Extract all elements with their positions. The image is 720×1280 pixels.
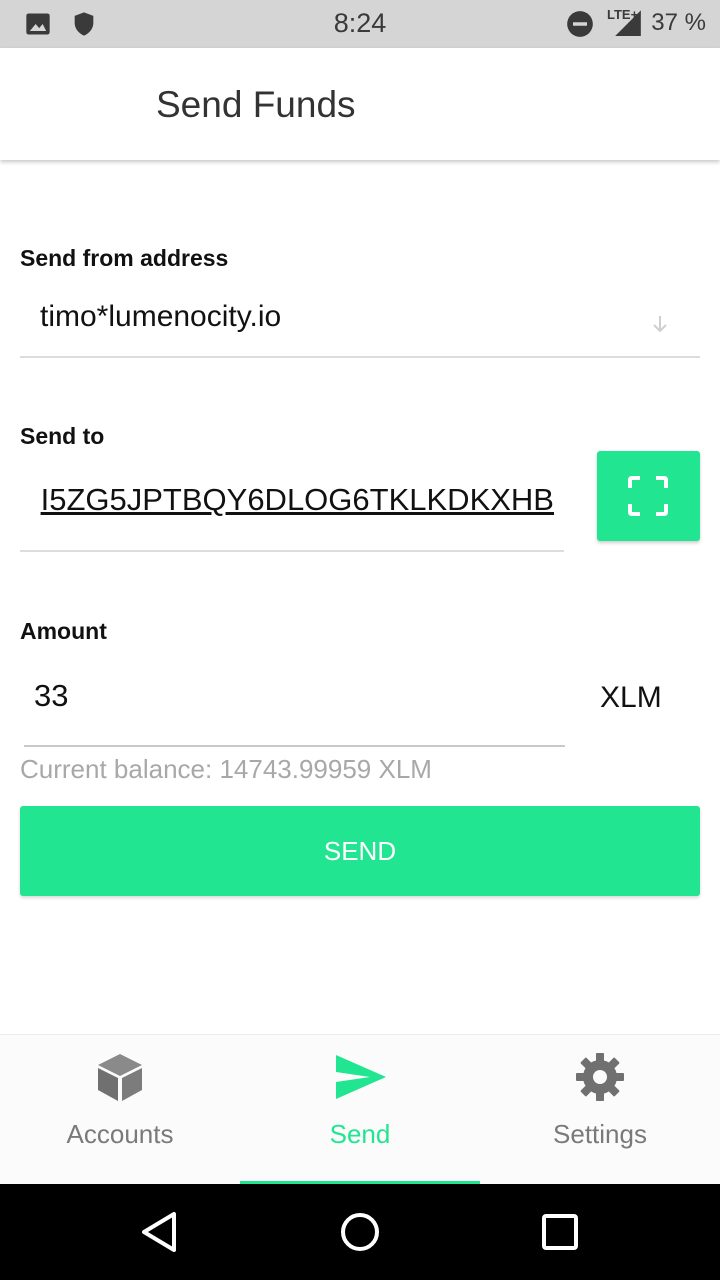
battery-percent: 37 % <box>651 9 706 36</box>
send-button[interactable]: SEND <box>20 806 700 896</box>
current-balance-text: Current balance: 14743.99959 XLM <box>20 754 432 784</box>
page-title: Send Funds <box>156 84 356 125</box>
signal-icon <box>615 10 641 36</box>
nav-label-settings: Settings <box>553 1119 647 1149</box>
amount-underline <box>24 745 565 747</box>
do-not-disturb-icon <box>567 11 593 37</box>
amount-input[interactable]: 33 <box>24 664 564 744</box>
back-icon[interactable] <box>138 1210 182 1254</box>
send-from-value: timo*lumenocity.io <box>40 300 282 333</box>
send-icon <box>336 1055 386 1099</box>
app-header: Send Funds <box>0 48 720 160</box>
system-nav-bar <box>0 1184 720 1280</box>
gear-icon <box>576 1053 624 1101</box>
send-to-value: I5ZG5JPTBQY6DLOG6TKLKDKXHB <box>40 482 554 517</box>
nav-item-accounts[interactable]: Accounts <box>0 1035 240 1185</box>
send-from-label: Send from address <box>20 245 229 271</box>
bottom-nav: Accounts Send Settings <box>0 1034 720 1185</box>
status-bar: 8:24 LTE+ 37 % <box>0 0 720 48</box>
cube-icon <box>98 1054 142 1101</box>
currency-label: XLM <box>600 681 662 714</box>
nav-item-settings[interactable]: Settings <box>480 1035 720 1185</box>
send-to-input[interactable]: I5ZG5JPTBQY6DLOG6TKLKDKXHB <box>20 470 564 550</box>
send-to-label: Send to <box>20 423 105 449</box>
send-from-underline <box>20 356 700 358</box>
arrow-down-icon <box>653 316 667 333</box>
amount-label: Amount <box>20 618 107 644</box>
nav-item-send[interactable]: Send <box>240 1035 480 1185</box>
scan-qr-icon <box>628 476 668 516</box>
scan-qr-button[interactable] <box>597 451 700 541</box>
nav-label-accounts: Accounts <box>66 1119 174 1149</box>
amount-value: 33 <box>34 678 69 713</box>
recents-icon[interactable] <box>538 1210 582 1254</box>
home-icon[interactable] <box>338 1210 382 1254</box>
send-to-underline <box>20 550 564 552</box>
nav-label-send: Send <box>329 1119 391 1149</box>
send-from-dropdown[interactable]: timo*lumenocity.io <box>20 290 700 356</box>
